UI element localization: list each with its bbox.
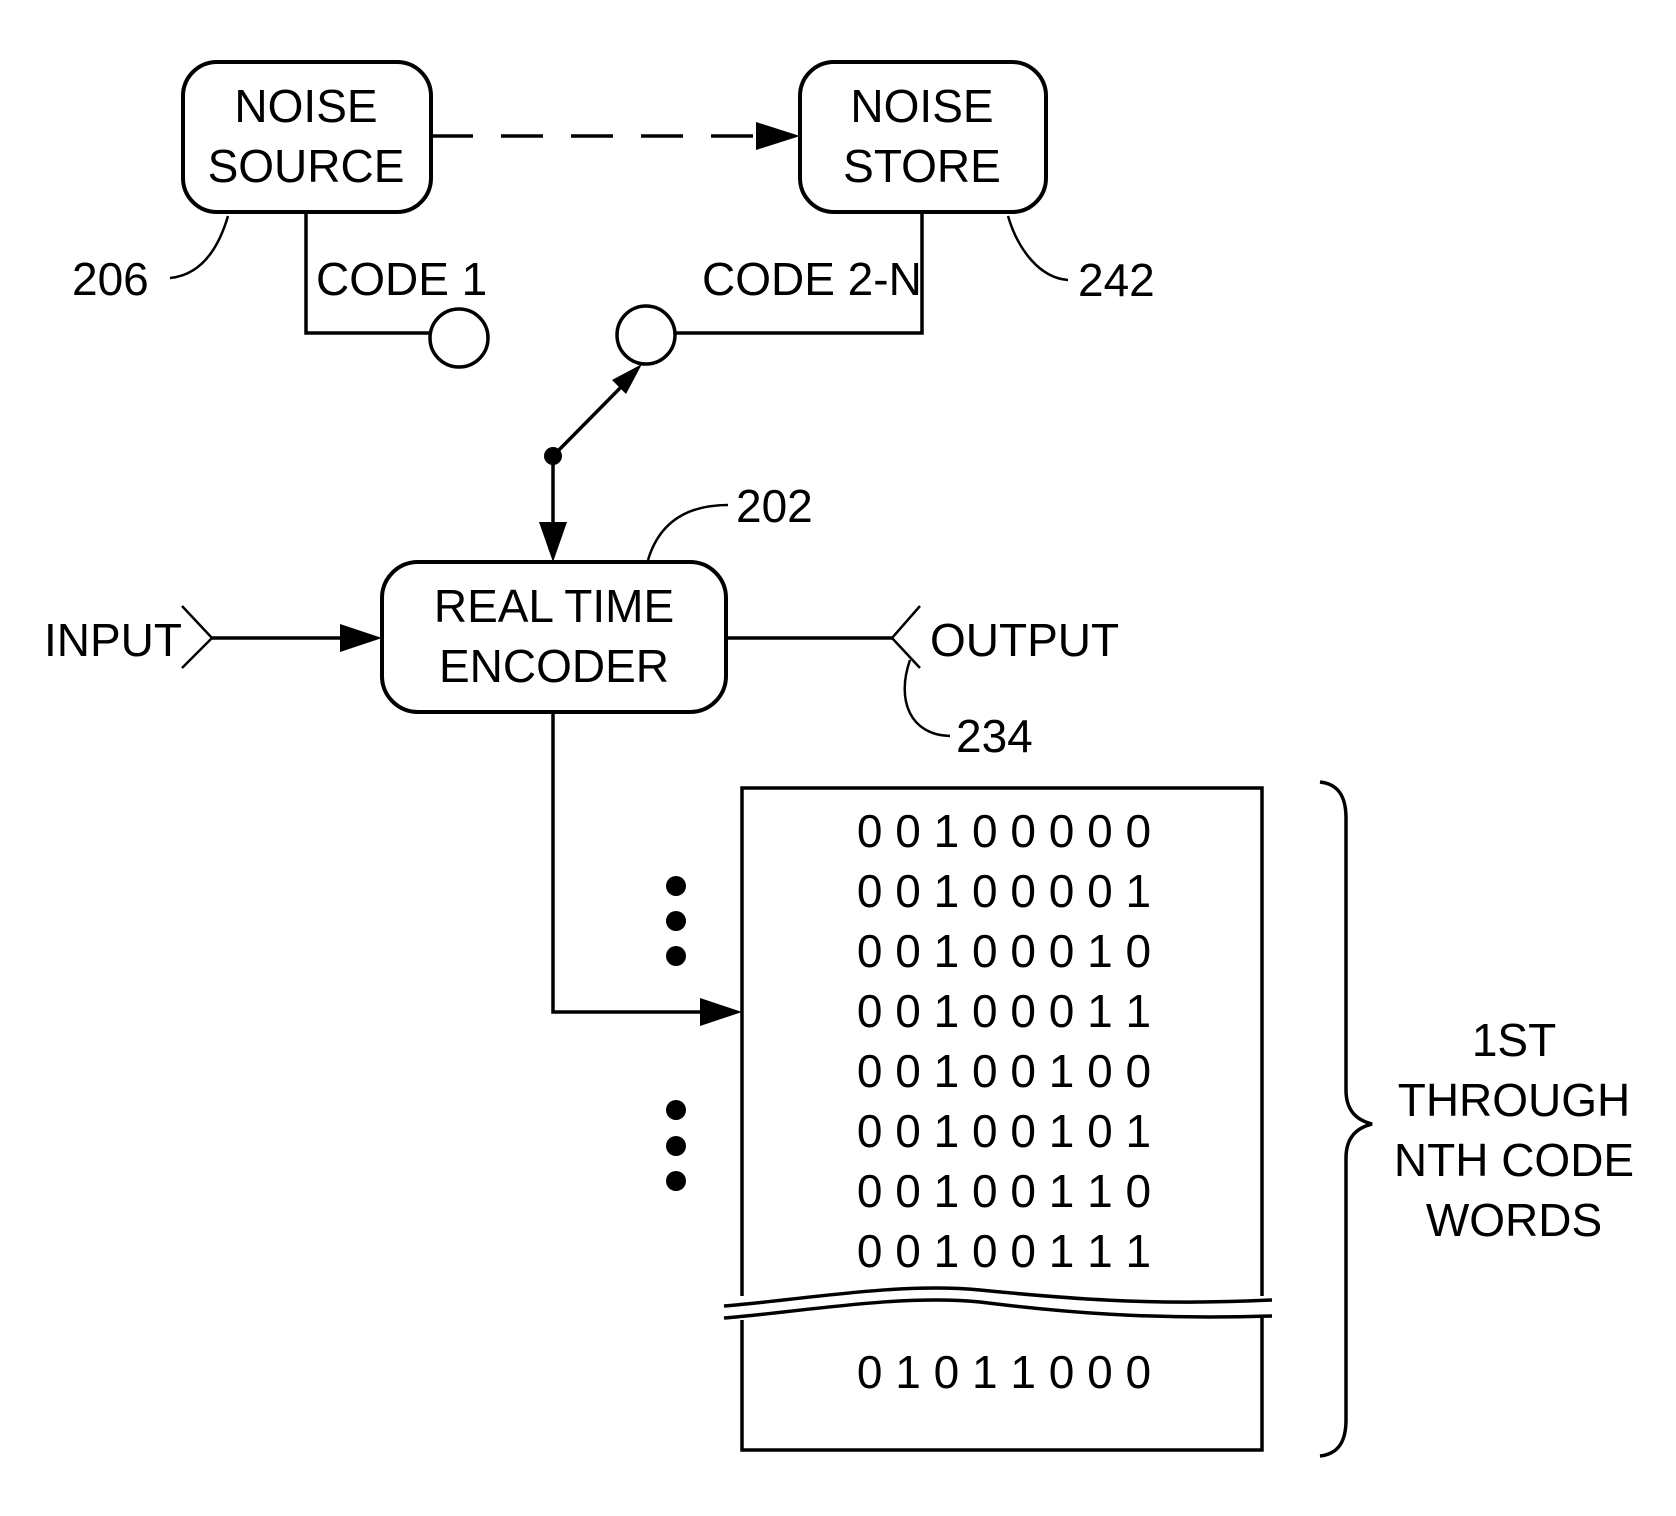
brace-label: 1ST THROUGH NTH CODE WORDS (1394, 1014, 1634, 1246)
ellipsis-dot (666, 1136, 686, 1156)
ref-206-leader (169, 215, 230, 280)
ellipsis-dot (666, 1100, 686, 1120)
ref-202-leader (646, 503, 729, 561)
encoder-to-table-line (551, 712, 706, 1014)
ref-234-leader (903, 659, 951, 738)
output-label: OUTPUT (930, 614, 1119, 666)
encoder-label-line2: ENCODER (439, 640, 669, 692)
real-time-encoder-block: REAL TIME ENCODER (380, 560, 728, 714)
code-word-row: 0 0 1 0 0 1 0 1 (857, 1105, 1151, 1157)
encoder-input-arrowhead-icon (539, 522, 567, 562)
code2n-switch-terminal[interactable] (615, 304, 677, 366)
code-words-table: 0 0 1 0 0 0 0 0 0 0 1 0 0 0 0 1 0 0 1 0 … (723, 786, 1273, 1452)
table-arrowhead-icon (700, 998, 742, 1026)
input-arrowhead-icon (340, 624, 382, 652)
noise-source-label-line1: NOISE (234, 80, 377, 132)
ellipsis-dot (666, 1171, 686, 1191)
code-word-row: 0 0 1 0 0 1 1 0 (857, 1165, 1151, 1217)
arrowhead-icon (756, 122, 800, 150)
code1-switch-terminal[interactable] (428, 307, 490, 369)
ellipsis-lower (666, 1100, 686, 1191)
code-generation-diagram: NOISE SOURCE 206 NOISE STORE 242 CODE 1 … (44, 60, 1634, 1458)
code-word-row: 0 0 1 0 0 0 1 0 (857, 925, 1151, 977)
code-word-row: 0 0 1 0 0 0 1 1 (857, 985, 1151, 1037)
brace-label-line2: THROUGH (1398, 1074, 1631, 1126)
brace-label-line1: 1ST (1472, 1014, 1556, 1066)
encoder-label-line1: REAL TIME (434, 580, 674, 632)
selector-switch[interactable] (544, 364, 642, 465)
ref-202: 202 (736, 480, 813, 532)
ref-242: 242 (1078, 254, 1155, 306)
code-word-row: 0 0 1 0 0 1 0 0 (857, 1045, 1151, 1097)
code1-label: CODE 1 (316, 253, 487, 305)
ellipsis-dot (666, 876, 686, 896)
code-word-row: 0 0 1 0 0 0 0 1 (857, 865, 1151, 917)
brace-label-line3: NTH CODE (1394, 1134, 1634, 1186)
ellipsis-dot (666, 946, 686, 966)
code-word-last-row: 0 1 0 1 1 0 0 0 (857, 1346, 1151, 1398)
brace-icon (1319, 780, 1373, 1458)
noise-store-block: NOISE STORE (798, 60, 1048, 214)
ref-234: 234 (956, 710, 1033, 762)
noise-source-label-line2: SOURCE (208, 140, 405, 192)
input-connector-icon (181, 605, 214, 669)
code-word-row: 0 0 1 0 0 1 1 1 (857, 1225, 1151, 1277)
ellipsis-dot (666, 911, 686, 931)
code-word-row: 0 0 1 0 0 0 0 0 (857, 805, 1151, 857)
input-label: INPUT (44, 614, 182, 666)
noise-transfer-arrow (431, 122, 800, 150)
output-connector-icon (890, 605, 921, 669)
switch-arm (551, 376, 632, 458)
ref-206: 206 (72, 253, 149, 305)
noise-store-label-line1: NOISE (850, 80, 993, 132)
noise-store-label-line2: STORE (843, 140, 1001, 192)
brace-label-line4: WORDS (1426, 1194, 1602, 1246)
code2n-label: CODE 2-N (702, 253, 922, 305)
ellipsis-upper (666, 876, 686, 966)
noise-source-block: NOISE SOURCE (181, 60, 433, 214)
ref-242-leader (1006, 215, 1069, 282)
